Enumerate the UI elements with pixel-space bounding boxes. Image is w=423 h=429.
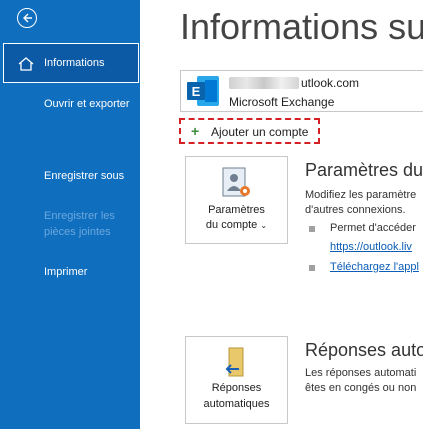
redacted-email — [229, 77, 299, 89]
bullet-icon — [309, 226, 315, 232]
auto-replies-label-2: automatiques — [203, 398, 270, 410]
account-settings-desc-1: Modifiez les paramètre — [305, 189, 417, 201]
plus-icon: + — [191, 123, 200, 139]
auto-replies-heading: Réponses auto — [305, 340, 423, 360]
page-title: Informations su — [180, 6, 423, 47]
sidebar-item-print[interactable]: Imprimer — [44, 264, 134, 280]
sidebar-item-save-as[interactable]: Enregistrer sous — [44, 168, 134, 184]
svg-text:E: E — [192, 84, 201, 99]
account-settings-heading: Paramètres du — [305, 160, 423, 180]
auto-replies-desc-2: êtes en congés ou non — [305, 382, 417, 394]
sidebar-item-save-attachments: Enregistrer les pièces jointes — [44, 210, 115, 238]
bullet-icon — [309, 265, 315, 271]
auto-replies-icon — [225, 347, 244, 377]
home-icon — [18, 57, 34, 71]
account-email: utlook.com — [301, 76, 360, 90]
sidebar: Informations Ouvrir et exporter Enregist… — [0, 0, 140, 429]
add-account-label: Ajouter un compte — [211, 125, 309, 139]
account-settings-desc-2: d'autres connexions. — [305, 204, 406, 216]
auto-replies-desc-1: Les réponses automati — [305, 367, 417, 379]
account-type: Microsoft Exchange — [229, 95, 335, 109]
account-settings-label-2: du compte ⌄ — [205, 219, 268, 231]
bullet1-text: Permet d'accéder — [330, 222, 416, 234]
back-arrow-icon — [23, 13, 32, 23]
auto-replies-button[interactable]: Réponses automatiques — [185, 336, 288, 424]
main-content: Informations su E utlook.com Microsoft E… — [140, 0, 423, 429]
account-settings-icon — [222, 167, 250, 197]
add-account-button[interactable]: + Ajouter un compte — [179, 118, 320, 144]
sidebar-item-label: Informations — [44, 57, 105, 69]
account-settings-button[interactable]: Paramètres du compte ⌄ — [185, 156, 288, 244]
chevron-down-icon: ⌄ — [260, 221, 268, 230]
account-settings-label-1: Paramètres — [208, 204, 265, 216]
bullet1-link[interactable]: https://outlook.liv — [330, 240, 412, 255]
bullet2-link[interactable]: Téléchargez l'appl — [330, 260, 419, 275]
sidebar-item-informations[interactable]: Informations — [3, 43, 139, 83]
account-selector[interactable]: E utlook.com Microsoft Exchange — [180, 70, 423, 112]
auto-replies-label-1: Réponses — [211, 382, 262, 394]
exchange-icon: E — [187, 76, 219, 106]
sidebar-item-open-export[interactable]: Ouvrir et exporter — [44, 96, 134, 112]
back-button[interactable] — [17, 8, 37, 28]
